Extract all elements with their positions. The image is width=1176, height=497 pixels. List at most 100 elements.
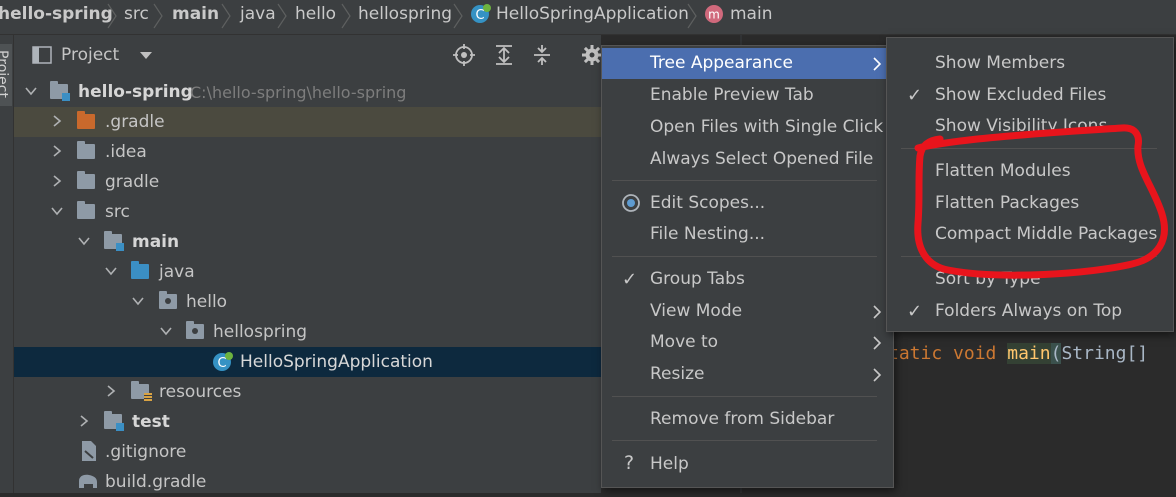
menu-item-help[interactable]: ? Help: [602, 449, 893, 480]
tree-row-idea[interactable]: .idea: [14, 137, 601, 167]
submenu-arrow-icon: [873, 305, 882, 319]
tree-row-gradle-cache[interactable]: .gradle: [14, 107, 601, 137]
chevron-right-icon[interactable]: [104, 384, 118, 398]
tree-row-gitignore[interactable]: .gitignore: [14, 437, 601, 467]
menu-item-view-mode[interactable]: View Mode: [602, 296, 893, 327]
package-icon: [159, 291, 177, 309]
tree-row-hello-spring[interactable]: hello-spring C:\hello-spring\hello-sprin…: [14, 77, 601, 107]
menu-item-label: Open Files with Single Click: [650, 117, 884, 137]
chevron-right-icon[interactable]: [77, 414, 91, 428]
chevron-right-icon[interactable]: [50, 174, 64, 188]
chevron-down-icon[interactable]: [131, 294, 145, 308]
tree-label: .gitignore: [105, 442, 187, 462]
tree-label: hello-spring: [78, 82, 193, 102]
tree-row-src[interactable]: src: [14, 197, 601, 227]
submenu-item-show-excluded[interactable]: ✓ Show Excluded Files: [887, 80, 1173, 111]
menu-item-move-to[interactable]: Move to: [602, 327, 893, 358]
menu-item-label: Always Select Opened File: [650, 149, 874, 169]
chevron-down-icon[interactable]: [50, 204, 64, 218]
locate-icon[interactable]: [453, 44, 475, 66]
tree-row-gradle[interactable]: gradle: [14, 167, 601, 197]
menu-item-label: Resize: [650, 364, 705, 384]
menu-item-file-nesting[interactable]: File Nesting...: [602, 219, 893, 250]
menu-item-group-tabs[interactable]: ✓ Group Tabs: [602, 264, 893, 295]
breadcrumb-project[interactable]: hello-spring: [0, 4, 113, 24]
breadcrumb-hellospring[interactable]: hellospring: [358, 4, 452, 24]
tree-row-main[interactable]: main: [14, 227, 601, 257]
options-menu: Tree Appearance Enable Preview Tab Open …: [601, 45, 894, 488]
resources-folder-icon: [131, 381, 152, 402]
menu-item-remove-from-sidebar[interactable]: Remove from Sidebar: [602, 404, 893, 435]
menu-item-enable-preview-tab[interactable]: Enable Preview Tab: [602, 80, 893, 111]
tree-row-resources[interactable]: resources: [14, 377, 601, 407]
project-view-icon: [32, 46, 52, 64]
checkmark-icon: ✓: [907, 85, 923, 106]
collapse-all-icon[interactable]: [532, 44, 552, 66]
chevron-down-icon[interactable]: [159, 324, 173, 338]
ignore-file-icon: [82, 441, 96, 461]
breadcrumb: hello-spring src main java hello hellosp…: [0, 0, 1176, 35]
chevron-down-icon[interactable]: [24, 84, 38, 98]
submenu-arrow-icon: [873, 368, 882, 382]
breadcrumb-hello[interactable]: hello: [295, 4, 336, 24]
chevron-down-icon[interactable]: [77, 234, 91, 248]
menu-item-label: Enable Preview Tab: [650, 85, 814, 105]
menu-item-label: Show Excluded Files: [935, 85, 1107, 105]
menu-item-edit-scopes[interactable]: Edit Scopes...: [602, 188, 893, 219]
menu-item-label: Group Tabs: [650, 269, 745, 289]
tree-label: hello: [186, 292, 228, 312]
menu-item-tree-appearance[interactable]: Tree Appearance: [602, 48, 893, 79]
code-keyword: void: [953, 343, 997, 364]
menu-item-label: Help: [650, 454, 689, 474]
tree-label: .idea: [105, 142, 147, 162]
excluded-folder-icon: [77, 111, 95, 129]
submenu-item-folders-on-top[interactable]: ✓ Folders Always on Top: [887, 296, 1173, 327]
submenu-arrow-icon: [873, 336, 882, 350]
menu-separator: [612, 256, 877, 257]
expand-all-icon[interactable]: [494, 44, 514, 66]
submenu-item-show-members[interactable]: Show Members: [887, 48, 1173, 79]
tree-label: test: [132, 412, 170, 432]
menu-item-label: Remove from Sidebar: [650, 409, 835, 429]
tree-row-test[interactable]: test: [14, 407, 601, 437]
svg-text:C: C: [217, 356, 226, 371]
menu-item-always-select-opened[interactable]: Always Select Opened File: [602, 144, 893, 175]
menu-item-resize[interactable]: Resize: [602, 359, 893, 390]
menu-item-label: Folders Always on Top: [935, 301, 1123, 321]
tree-label: src: [105, 202, 130, 222]
menu-item-label: Show Members: [935, 53, 1066, 73]
checkmark-icon: ✓: [907, 301, 923, 322]
breadcrumb-class[interactable]: HelloSpringApplication: [496, 4, 689, 24]
tree-label: gradle: [105, 172, 160, 192]
gradle-elephant-icon: [79, 474, 97, 488]
menu-item-label: Move to: [650, 332, 719, 352]
breadcrumb-method[interactable]: main: [730, 4, 772, 24]
breadcrumb-src[interactable]: src: [124, 4, 149, 24]
menu-item-label: Tree Appearance: [650, 53, 793, 73]
project-panel-title[interactable]: Project: [61, 45, 119, 65]
menu-separator: [612, 440, 877, 441]
chevron-right-icon[interactable]: [50, 114, 64, 128]
tree-row-hellospringapplication[interactable]: C HelloSpringApplication: [14, 347, 601, 377]
breadcrumb-separator-icon: [687, 3, 697, 29]
menu-separator: [612, 396, 877, 397]
tree-label: build.gradle: [105, 472, 207, 492]
breadcrumb-main[interactable]: main: [172, 4, 219, 24]
code-keyword: tatic: [888, 343, 943, 364]
tree-row-hellospring[interactable]: hellospring: [14, 317, 601, 347]
chevron-down-icon[interactable]: [104, 264, 118, 278]
dropdown-arrow-icon[interactable]: [139, 51, 153, 60]
folder-icon: [77, 141, 95, 159]
gear-icon[interactable]: [581, 44, 603, 66]
package-icon: [186, 321, 204, 339]
source-folder-icon: [131, 261, 149, 279]
code-line[interactable]: tatic void main(String[]: [888, 343, 1148, 364]
tree-row-hello[interactable]: hello: [14, 287, 601, 317]
breadcrumb-java[interactable]: java: [240, 4, 276, 24]
folder-icon: [77, 201, 95, 219]
folder-icon: [77, 171, 95, 189]
menu-item-open-single-click[interactable]: Open Files with Single Click: [602, 112, 893, 143]
chevron-right-icon[interactable]: [50, 144, 64, 158]
code-param-type: String[]: [1061, 343, 1149, 364]
tree-row-java[interactable]: java: [14, 257, 601, 287]
